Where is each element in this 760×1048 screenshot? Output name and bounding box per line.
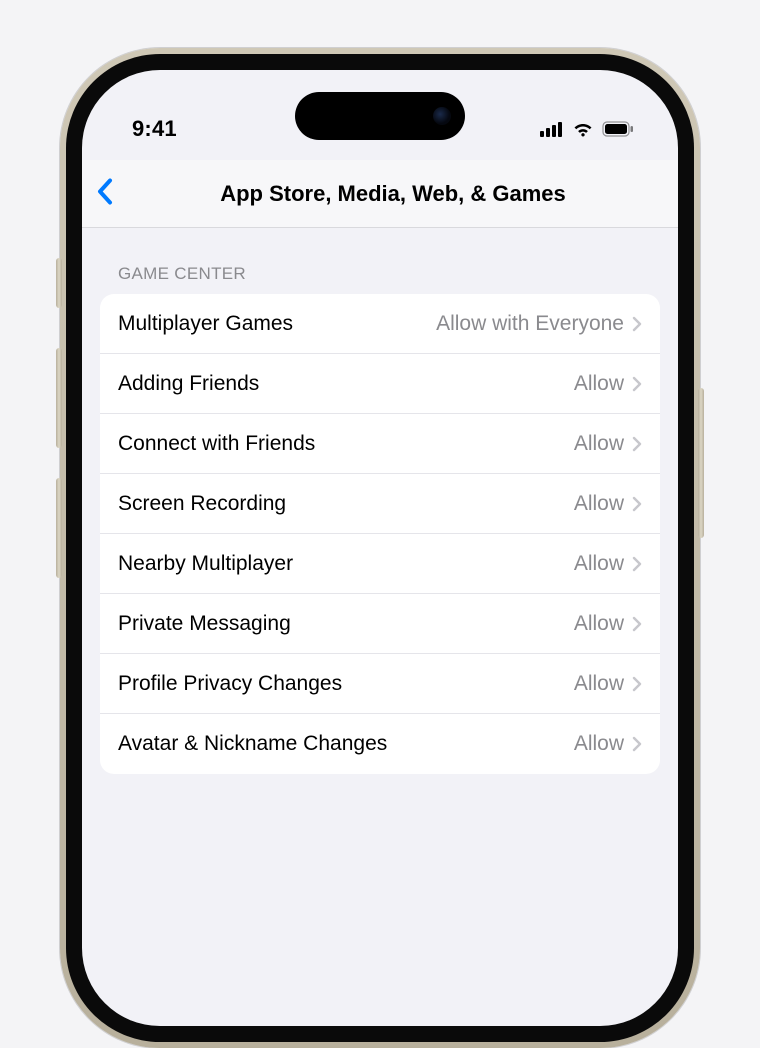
- content: GAME CENTER Multiplayer Games Allow with…: [82, 228, 678, 774]
- status-time: 9:41: [132, 116, 177, 142]
- row-label: Connect with Friends: [118, 432, 315, 456]
- row-value: Allow: [286, 492, 632, 516]
- chevron-right-icon: [632, 556, 642, 572]
- chevron-left-icon: [96, 177, 114, 210]
- chevron-right-icon: [632, 316, 642, 332]
- row-label: Profile Privacy Changes: [118, 672, 342, 696]
- chevron-right-icon: [632, 736, 642, 752]
- battery-icon: [602, 121, 634, 137]
- row-label: Private Messaging: [118, 612, 291, 636]
- row-screen-recording[interactable]: Screen Recording Allow: [100, 474, 660, 534]
- row-value: Allow: [387, 732, 632, 756]
- phone-bezel: 9:41: [66, 54, 694, 1042]
- section-header-game-center: GAME CENTER: [100, 228, 660, 294]
- row-value: Allow: [259, 372, 632, 396]
- back-button[interactable]: [96, 177, 114, 210]
- cellular-icon: [540, 121, 564, 137]
- front-camera: [433, 107, 451, 125]
- chevron-right-icon: [632, 676, 642, 692]
- row-label: Multiplayer Games: [118, 312, 293, 336]
- side-button: [56, 348, 62, 448]
- side-button: [698, 388, 704, 538]
- row-value: Allow: [315, 432, 632, 456]
- chevron-right-icon: [632, 496, 642, 512]
- phone-device-frame: 9:41: [60, 48, 700, 1048]
- row-value: Allow: [291, 612, 632, 636]
- row-avatar-nickname-changes[interactable]: Avatar & Nickname Changes Allow: [100, 714, 660, 774]
- chevron-right-icon: [632, 376, 642, 392]
- page-title: App Store, Media, Web, & Games: [82, 181, 678, 207]
- screen: 9:41: [82, 70, 678, 1026]
- dynamic-island: [295, 92, 465, 140]
- row-label: Nearby Multiplayer: [118, 552, 293, 576]
- chevron-right-icon: [632, 436, 642, 452]
- wifi-icon: [572, 121, 594, 137]
- side-button: [56, 258, 62, 308]
- row-adding-friends[interactable]: Adding Friends Allow: [100, 354, 660, 414]
- row-value: Allow with Everyone: [293, 312, 632, 336]
- row-profile-privacy-changes[interactable]: Profile Privacy Changes Allow: [100, 654, 660, 714]
- nav-bar: App Store, Media, Web, & Games: [82, 160, 678, 228]
- row-multiplayer-games[interactable]: Multiplayer Games Allow with Everyone: [100, 294, 660, 354]
- chevron-right-icon: [632, 616, 642, 632]
- row-value: Allow: [293, 552, 632, 576]
- row-value: Allow: [342, 672, 632, 696]
- status-icons: [540, 121, 646, 137]
- side-button: [56, 478, 62, 578]
- row-label: Adding Friends: [118, 372, 259, 396]
- row-connect-with-friends[interactable]: Connect with Friends Allow: [100, 414, 660, 474]
- row-label: Screen Recording: [118, 492, 286, 516]
- settings-group-game-center: Multiplayer Games Allow with Everyone Ad…: [100, 294, 660, 774]
- row-label: Avatar & Nickname Changes: [118, 732, 387, 756]
- row-nearby-multiplayer[interactable]: Nearby Multiplayer Allow: [100, 534, 660, 594]
- row-private-messaging[interactable]: Private Messaging Allow: [100, 594, 660, 654]
